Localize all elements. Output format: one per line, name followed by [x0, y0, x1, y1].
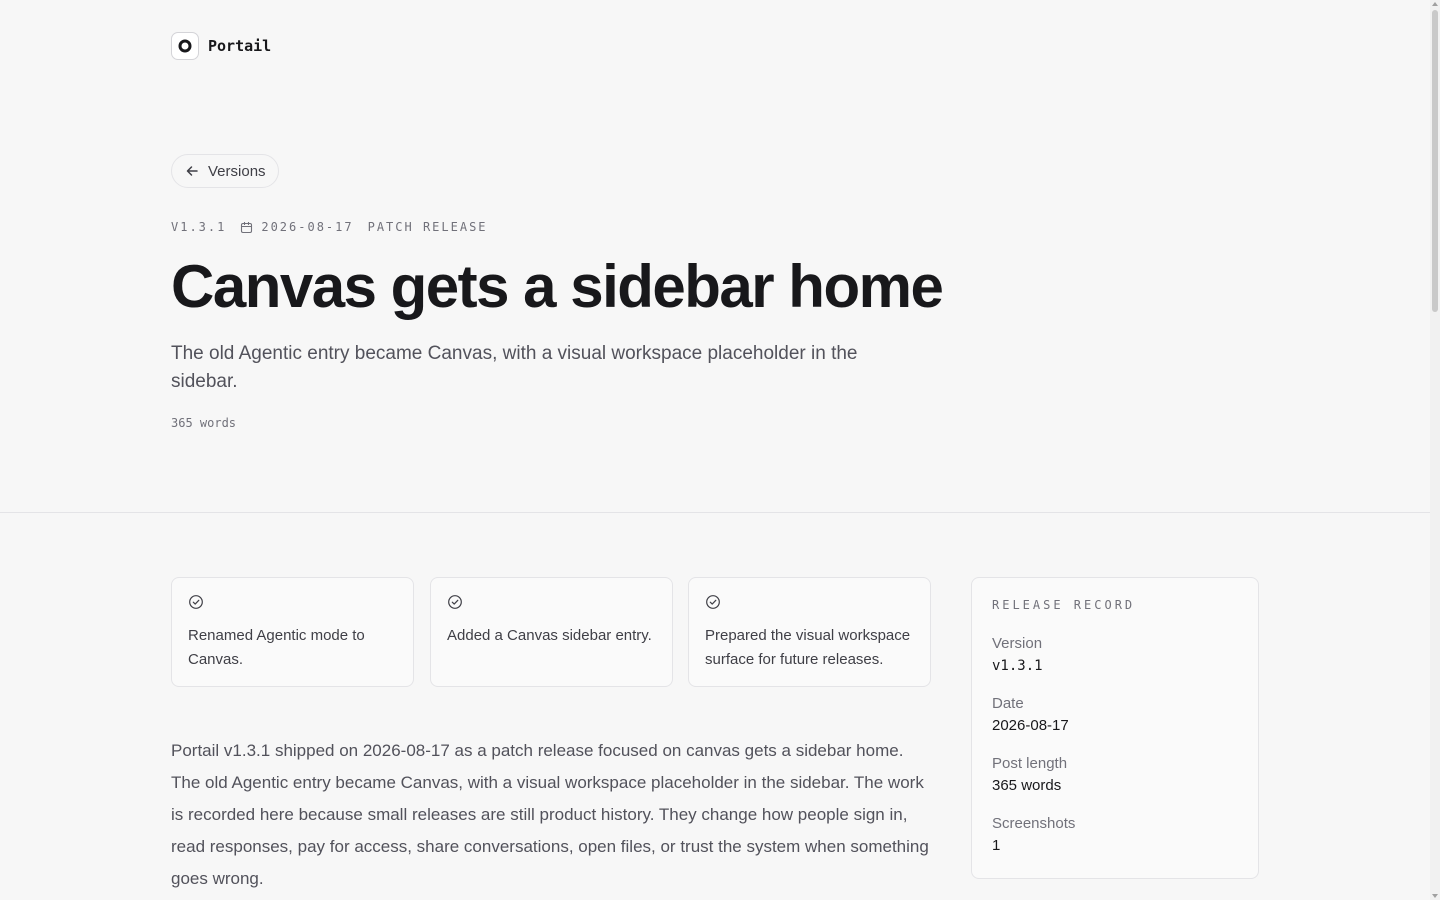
record-row-version: Version v1.3.1 — [992, 634, 1238, 678]
record-value: 365 words — [992, 777, 1062, 794]
release-body-text: Portail v1.3.1 shipped on 2026-08-17 as … — [171, 741, 929, 888]
record-label: Post length — [992, 755, 1068, 772]
page: Portail Versions V1.3.1 2026-08-17 PATCH… — [0, 0, 1430, 900]
record-row-date: Date 2026-08-17 — [992, 694, 1238, 738]
check-circle-icon — [189, 595, 203, 609]
section-divider — [0, 512, 1430, 513]
brand[interactable]: Portail — [171, 32, 271, 60]
calendar-icon — [241, 221, 253, 233]
check-circle-icon — [706, 595, 720, 609]
meta-version: V1.3.1 — [171, 220, 227, 234]
meta-release-type: PATCH RELEASE — [367, 220, 488, 234]
record-row-screenshots: Screenshots 1 — [992, 814, 1238, 858]
page-subtitle: The old Agentic entry became Canvas, wit… — [171, 343, 858, 392]
portail-logo-icon — [171, 32, 199, 60]
record-value: 2026-08-17 — [992, 717, 1069, 734]
release-meta: V1.3.1 2026-08-17 PATCH RELEASE — [171, 220, 488, 234]
page-title: Canvas gets a sidebar home — [171, 253, 944, 320]
scrollbar-thumb[interactable] — [1432, 10, 1438, 312]
check-circle-icon — [448, 595, 462, 609]
highlight-text: Added a Canvas sidebar entry. — [447, 627, 652, 644]
back-button-label: Versions — [208, 162, 266, 180]
meta-date: 2026-08-17 — [240, 220, 353, 234]
highlight-card: Prepared the visual workspace surface fo… — [688, 577, 931, 687]
back-to-versions-button[interactable]: Versions — [171, 154, 279, 188]
highlight-text: Prepared the visual workspace surface fo… — [705, 627, 911, 668]
scroll-up-arrow-icon[interactable] — [1432, 2, 1438, 6]
scroll-down-arrow-icon[interactable] — [1432, 894, 1438, 898]
highlight-card: Added a Canvas sidebar entry. — [430, 577, 673, 687]
highlight-card: Renamed Agentic mode to Canvas. — [171, 577, 414, 687]
highlight-text: Renamed Agentic mode to Canvas. — [188, 627, 365, 668]
record-value: 1 — [992, 837, 1001, 854]
vertical-scrollbar[interactable] — [1430, 0, 1440, 900]
brand-name: Portail — [208, 37, 272, 55]
word-count: 365 words — [171, 416, 237, 430]
record-value: v1.3.1 — [992, 658, 1043, 674]
release-record-title: RELEASE RECORD — [992, 598, 1136, 612]
release-record-panel: RELEASE RECORD Version v1.3.1 Date 2026-… — [971, 577, 1259, 879]
record-label: Version — [992, 635, 1043, 652]
record-label: Screenshots — [992, 815, 1076, 832]
record-row-post-length: Post length 365 words — [992, 754, 1238, 798]
record-label: Date — [992, 695, 1024, 712]
arrow-left-icon — [186, 166, 198, 176]
meta-date-text: 2026-08-17 — [261, 220, 354, 234]
